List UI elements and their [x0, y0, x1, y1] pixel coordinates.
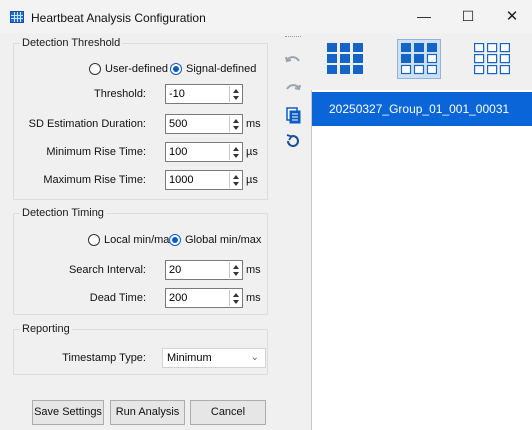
threshold-label: Threshold: — [94, 88, 146, 100]
run-analysis-button[interactable]: Run Analysis — [110, 400, 185, 425]
max-rise-time-label: Maximum Rise Time: — [43, 174, 146, 186]
sd-duration-value: 500 — [169, 118, 188, 130]
grid-filled-icon[interactable] — [327, 43, 363, 75]
dead-time-input[interactable]: 200 — [165, 288, 243, 308]
max-rise-time-value: 1000 — [169, 174, 194, 186]
spinner-arrows-icon[interactable] — [229, 172, 241, 188]
radio-unchecked-icon — [89, 63, 101, 75]
search-interval-label: Search Interval: — [68, 264, 146, 276]
undo-arrow-icon[interactable] — [284, 53, 302, 71]
radio-checked-icon — [169, 234, 181, 246]
detection-timing-title: Detection Timing — [20, 207, 106, 219]
timestamp-type-select[interactable]: Minimum ⌄ — [162, 348, 266, 368]
sd-duration-input[interactable]: 500 — [165, 114, 243, 134]
toolbar-grip — [285, 36, 301, 38]
grid-mixed-icon[interactable] — [401, 43, 437, 75]
global-minmax-label: Global min/max — [185, 234, 262, 246]
cancel-button[interactable]: Cancel — [190, 400, 266, 425]
detection-threshold-title: Detection Threshold — [20, 37, 123, 49]
threshold-value: -10 — [169, 88, 185, 100]
spinner-arrows-icon[interactable] — [229, 116, 241, 132]
save-settings-button[interactable]: Save Settings — [32, 400, 104, 425]
radio-checked-icon — [170, 63, 182, 75]
refresh-icon[interactable] — [284, 132, 302, 150]
search-interval-input[interactable]: 20 — [165, 260, 243, 280]
max-rise-time-input[interactable]: 1000 — [165, 170, 243, 190]
files-panel: 20250327_Group_01_001_00031 — [311, 33, 532, 430]
sd-duration-label: SD Estimation Duration: — [28, 118, 146, 130]
local-minmax-label: Local min/max — [104, 234, 175, 246]
min-rise-time-unit: µs — [246, 146, 258, 158]
min-rise-time-label: Minimum Rise Time: — [46, 146, 146, 158]
spinner-arrows-icon[interactable] — [229, 86, 241, 102]
radio-unchecked-icon — [88, 234, 100, 246]
min-rise-time-input[interactable]: 100 — [165, 142, 243, 162]
vertical-toolbar — [277, 33, 310, 430]
search-interval-value: 20 — [169, 264, 182, 276]
dead-time-label: Dead Time: — [89, 292, 146, 304]
layout-toolbar — [311, 33, 532, 85]
list-item[interactable]: 20250327_Group_01_001_00031 — [312, 92, 532, 126]
threshold-input[interactable]: -10 — [165, 84, 243, 104]
spinner-arrows-icon[interactable] — [229, 290, 241, 306]
dead-time-unit: ms — [246, 292, 261, 304]
max-rise-time-unit: µs — [246, 174, 258, 186]
timestamp-type-value: Minimum — [167, 352, 212, 364]
file-list[interactable]: 20250327_Group_01_001_00031 — [311, 90, 532, 430]
title-bar: Heartbeat Analysis Configuration — ☐ ✕ — [0, 0, 532, 33]
chevron-down-icon: ⌄ — [250, 352, 259, 363]
dead-time-value: 200 — [169, 292, 188, 304]
close-button[interactable]: ✕ — [490, 0, 532, 33]
minimize-button[interactable]: — — [402, 0, 446, 33]
spinner-arrows-icon[interactable] — [229, 144, 241, 160]
search-interval-unit: ms — [246, 264, 261, 276]
grid-outline-icon[interactable] — [474, 43, 510, 75]
sd-duration-unit: ms — [246, 118, 261, 130]
spinner-arrows-icon[interactable] — [229, 262, 241, 278]
timestamp-type-label: Timestamp Type: — [62, 352, 146, 364]
reporting-title: Reporting — [20, 323, 72, 335]
redo-arrow-icon[interactable] — [284, 77, 302, 95]
signal-defined-label: Signal-defined — [186, 63, 257, 75]
window-title: Heartbeat Analysis Configuration — [31, 11, 206, 25]
min-rise-time-value: 100 — [169, 146, 188, 158]
app-grid-icon — [10, 11, 24, 23]
copy-icon[interactable] — [284, 106, 302, 124]
maximize-button[interactable]: ☐ — [446, 0, 490, 33]
user-defined-label: User-defined — [105, 63, 168, 75]
